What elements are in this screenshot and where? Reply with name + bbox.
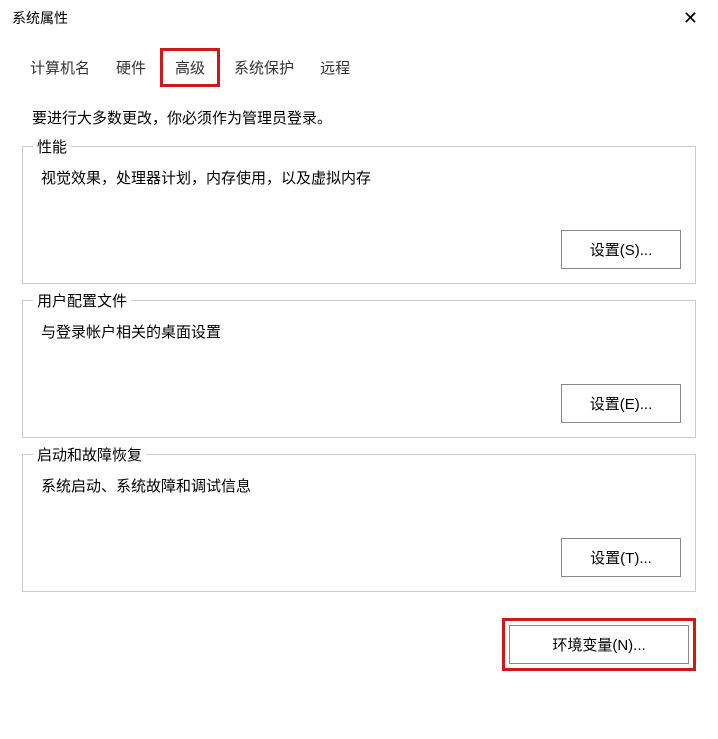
- group-user-profiles: 用户配置文件 与登录帐户相关的桌面设置 设置(E)...: [22, 300, 696, 438]
- tab-computer-name[interactable]: 计算机名: [18, 49, 102, 86]
- env-button-row: 环境变量(N)...: [0, 608, 718, 671]
- startup-recovery-settings-button[interactable]: 设置(T)...: [561, 538, 681, 577]
- close-icon[interactable]: ✕: [675, 8, 706, 29]
- group-startup-recovery: 启动和故障恢复 系统启动、系统故障和调试信息 设置(T)...: [22, 454, 696, 592]
- intro-text: 要进行大多数更改，你必须作为管理员登录。: [22, 107, 696, 128]
- tab-bar: 计算机名 硬件 高级 系统保护 远程: [0, 36, 718, 87]
- group-startup-recovery-title: 启动和故障恢复: [33, 444, 146, 465]
- group-user-profiles-title: 用户配置文件: [33, 290, 131, 311]
- tab-remote[interactable]: 远程: [308, 49, 362, 86]
- group-user-profiles-button-row: 设置(E)...: [37, 384, 681, 423]
- user-profiles-settings-button[interactable]: 设置(E)...: [561, 384, 681, 423]
- group-performance-desc: 视觉效果，处理器计划，内存使用，以及虚拟内存: [37, 163, 681, 188]
- window-title: 系统属性: [12, 8, 68, 28]
- performance-settings-button[interactable]: 设置(S)...: [561, 230, 681, 269]
- titlebar: 系统属性 ✕: [0, 0, 718, 36]
- group-user-profiles-desc: 与登录帐户相关的桌面设置: [37, 317, 681, 342]
- environment-variables-button[interactable]: 环境变量(N)...: [509, 625, 689, 664]
- tab-system-protection[interactable]: 系统保护: [222, 49, 306, 86]
- tab-advanced[interactable]: 高级: [160, 48, 220, 87]
- group-performance-button-row: 设置(S)...: [37, 230, 681, 269]
- group-startup-recovery-button-row: 设置(T)...: [37, 538, 681, 577]
- group-startup-recovery-desc: 系统启动、系统故障和调试信息: [37, 471, 681, 496]
- group-performance-title: 性能: [33, 136, 71, 157]
- tab-hardware[interactable]: 硬件: [104, 49, 158, 86]
- content-area: 要进行大多数更改，你必须作为管理员登录。 性能 视觉效果，处理器计划，内存使用，…: [0, 87, 718, 592]
- group-performance: 性能 视觉效果，处理器计划，内存使用，以及虚拟内存 设置(S)...: [22, 146, 696, 284]
- env-button-highlight: 环境变量(N)...: [502, 618, 696, 671]
